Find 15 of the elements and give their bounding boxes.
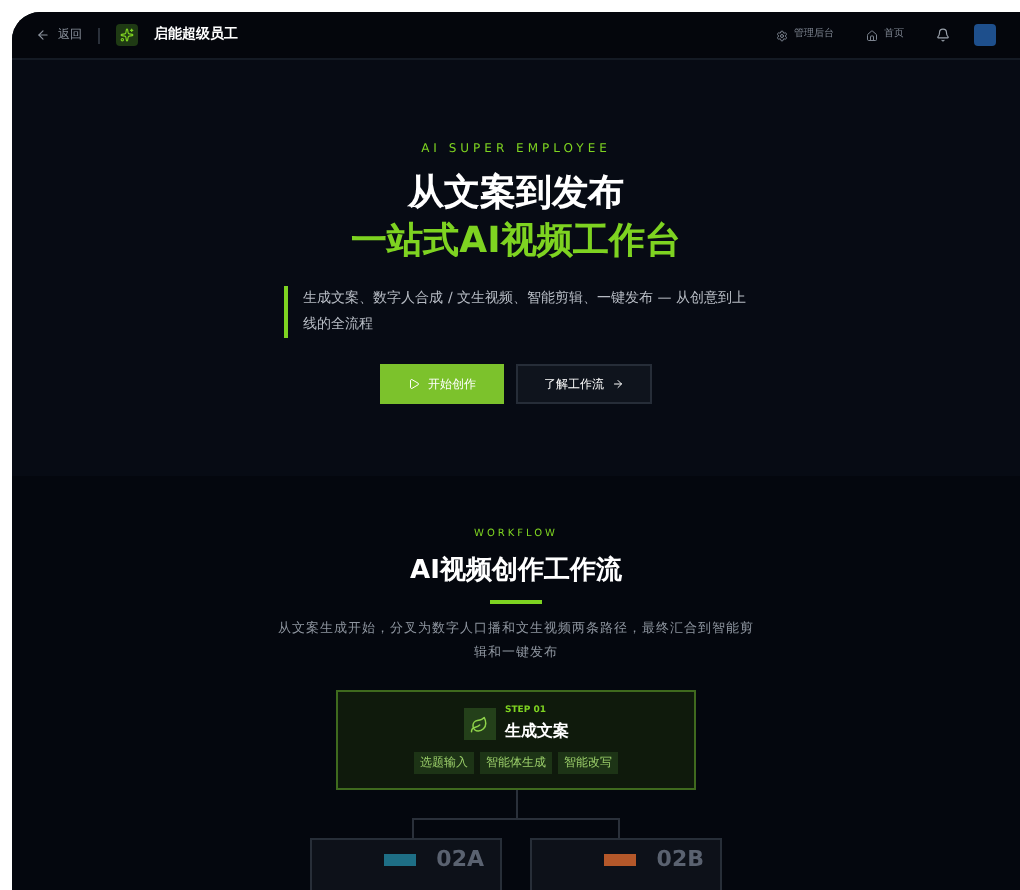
connector-line	[515, 789, 517, 818]
hero-title: 从文案到发布	[408, 170, 624, 218]
leaf-icon	[463, 708, 495, 741]
step-title: 生成文案	[505, 719, 569, 744]
logo-icon	[116, 24, 138, 46]
arrow-right-icon	[612, 378, 624, 390]
workflow-title: AI视频创作工作流	[410, 553, 622, 589]
hero-subtitle: 一站式AI视频工作台	[351, 218, 681, 266]
home-icon	[866, 29, 878, 41]
branch-label: 02B	[656, 843, 704, 876]
back-arrow-icon	[36, 28, 50, 42]
play-icon	[408, 378, 420, 390]
bell-icon[interactable]	[936, 28, 950, 42]
settings-icon	[776, 29, 788, 41]
branch-label: 02A	[436, 843, 484, 876]
